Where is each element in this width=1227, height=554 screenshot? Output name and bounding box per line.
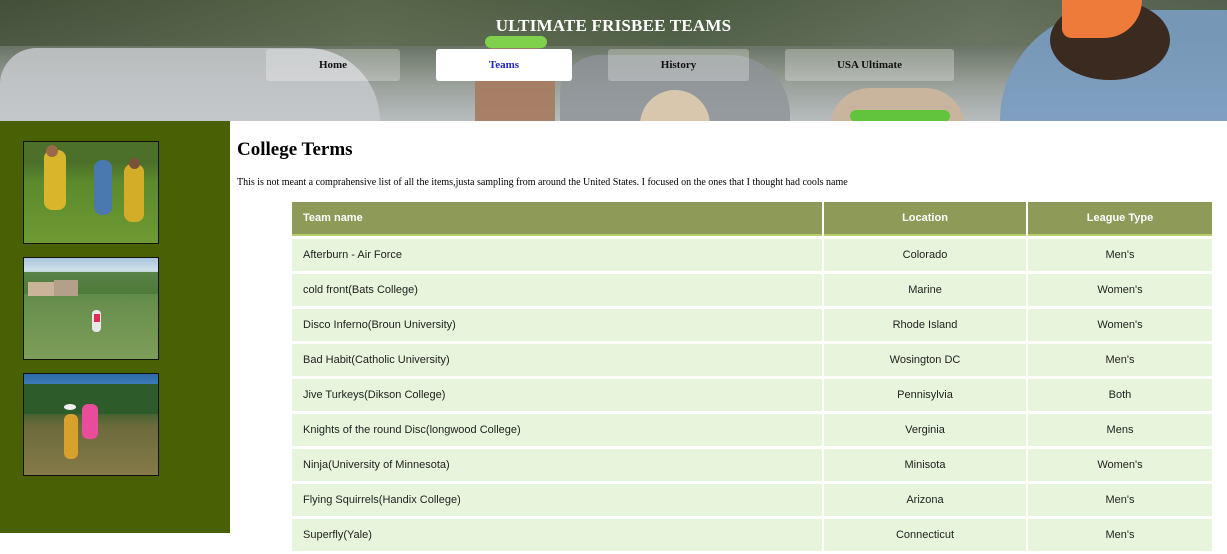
location-cell: Minisota	[824, 449, 1026, 481]
table-row: Afterburn - Air Force Colorado Men's	[292, 239, 1212, 271]
table-row: Jive Turkeys(Dikson College) Pennisylvia…	[292, 379, 1212, 411]
frisbee-photo-1	[23, 141, 159, 244]
site-title: ULTIMATE FRISBEE TEAMS	[495, 16, 732, 35]
league-type-cell: Men's	[1028, 344, 1212, 376]
location-cell: Colorado	[824, 239, 1026, 271]
team-name-cell: Superfly(Yale)	[292, 519, 822, 551]
table-row: Ninja(University of Minnesota) Minisota …	[292, 449, 1212, 481]
team-name-cell: Knights of the round Disc(longwood Colle…	[292, 414, 822, 446]
nav-home[interactable]: Home	[266, 49, 400, 81]
page-heading: College Terms	[237, 139, 353, 160]
league-type-cell: Mens	[1028, 414, 1212, 446]
header-banner: ULTIMATE FRISBEE TEAMS Home Teams Histor…	[0, 0, 1227, 121]
table-row: Superfly(Yale) Connecticut Men's	[292, 519, 1212, 551]
location-cell: Connecticut	[824, 519, 1026, 551]
intro-paragraph: This is not meant a comprahensive list o…	[237, 177, 848, 188]
nav-history[interactable]: History	[608, 49, 749, 81]
team-name-cell: Flying Squirrels(Handix College)	[292, 484, 822, 516]
table-row: Knights of the round Disc(longwood Colle…	[292, 414, 1212, 446]
location-cell: Verginia	[824, 414, 1026, 446]
team-name-cell: Afterburn - Air Force	[292, 239, 822, 271]
nav-teams[interactable]: Teams	[436, 49, 572, 81]
table-row: Flying Squirrels(Handix College) Arizona…	[292, 484, 1212, 516]
column-header-location: Location	[824, 202, 1026, 236]
team-name-cell: Ninja(University of Minnesota)	[292, 449, 822, 481]
table-header-row: Team name Location League Type	[292, 202, 1212, 236]
league-type-cell: Women's	[1028, 449, 1212, 481]
league-type-cell: Both	[1028, 379, 1212, 411]
frisbee-photo-3	[23, 373, 159, 476]
location-cell: Wosington DC	[824, 344, 1026, 376]
teams-table: Team name Location League Type Afterburn…	[290, 199, 1214, 554]
banner-headband-shape	[485, 36, 547, 48]
team-name-cell: Disco Inferno(Broun University)	[292, 309, 822, 341]
location-cell: Marine	[824, 274, 1026, 306]
league-type-cell: Women's	[1028, 274, 1212, 306]
frisbee-photo-2	[23, 257, 159, 360]
team-name-cell: Bad Habit(Catholic University)	[292, 344, 822, 376]
league-type-cell: Women's	[1028, 309, 1212, 341]
team-name-cell: cold front(Bats College)	[292, 274, 822, 306]
league-type-cell: Men's	[1028, 519, 1212, 551]
location-cell: Arizona	[824, 484, 1026, 516]
nav-usa-ultimate[interactable]: USA Ultimate	[785, 49, 954, 81]
table-row: Bad Habit(Catholic University) Wosington…	[292, 344, 1212, 376]
league-type-cell: Men's	[1028, 239, 1212, 271]
table-row: cold front(Bats College) Marine Women's	[292, 274, 1212, 306]
banner-headband-shape	[850, 110, 950, 121]
league-type-cell: Men's	[1028, 484, 1212, 516]
column-header-team-name: Team name	[292, 202, 822, 236]
team-name-cell: Jive Turkeys(Dikson College)	[292, 379, 822, 411]
column-header-league-type: League Type	[1028, 202, 1212, 236]
table-row: Disco Inferno(Broun University) Rhode Is…	[292, 309, 1212, 341]
location-cell: Rhode Island	[824, 309, 1026, 341]
location-cell: Pennisylvia	[824, 379, 1026, 411]
